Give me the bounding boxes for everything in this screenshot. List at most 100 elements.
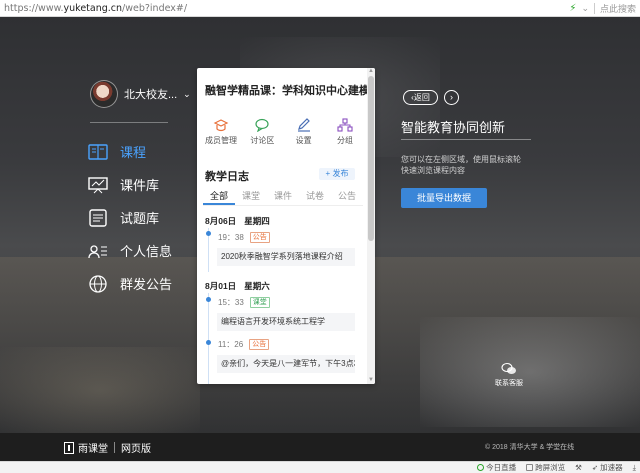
wechat-icon [501, 362, 516, 374]
background-object [0, 347, 200, 433]
user-menu[interactable]: 北大校友... ⌄ [90, 80, 191, 108]
divider [593, 2, 595, 14]
search-link[interactable]: 点此搜索 [600, 2, 636, 15]
next-button[interactable]: › [444, 90, 459, 105]
screen-icon [526, 464, 534, 471]
url-prefix: https://www. [4, 2, 64, 14]
back-label: 返回 [413, 93, 430, 102]
chevron-down-icon[interactable]: ⌄ [183, 89, 191, 100]
tools-button[interactable]: ⚒ [575, 463, 582, 472]
divider [90, 122, 168, 123]
url-path: /web?index#/ [122, 2, 188, 14]
user-card-icon [88, 244, 107, 258]
log-time-value: 11：26 [218, 340, 244, 349]
log-entry[interactable]: 编程语言开发环境系统工程学 [217, 313, 355, 331]
sidebar-item-courseware[interactable]: 课件库 [88, 168, 208, 201]
tab-courseware[interactable]: 课件 [267, 189, 299, 205]
export-button[interactable]: 批量导出数据 [401, 188, 487, 208]
tool-label: 讨论区 [250, 136, 275, 145]
footer: 雨课堂 网页版 © 2018 清华大学 & 学堂在线 [0, 433, 640, 461]
url-domain: yuketang.cn [63, 2, 123, 14]
sidebar-item-question-bank[interactable]: 试题库 [88, 201, 208, 234]
log-date-weekday: 星期四 [244, 216, 270, 226]
sidebar-item-announcement[interactable]: 群发公告 [88, 267, 208, 300]
live-icon [477, 464, 485, 471]
avatar[interactable] [90, 80, 118, 108]
live-label: 今日直播 [486, 463, 517, 472]
intro-description-line: 快速浏览课程内容 [401, 166, 465, 175]
chevron-down-icon[interactable]: ⌄ [581, 3, 589, 14]
intro-title: 智能教育协同创新 [401, 120, 506, 135]
contact-label: 联系客服 [495, 380, 523, 387]
log-tabs: 全部 课堂 课件 试卷 公告 [203, 189, 363, 206]
type-badge: 课堂 [249, 297, 270, 308]
chat-icon [255, 118, 269, 132]
log-time-value: 19：38 [218, 233, 244, 242]
accelerator-button[interactable]: ➶ 加速器 [592, 462, 623, 473]
divider [114, 442, 115, 453]
list-icon [89, 208, 107, 227]
sidebar-item-label: 课程 [120, 145, 147, 160]
download-icon: ⤓ [632, 462, 636, 472]
tool-members[interactable]: 成员管理 [203, 118, 239, 146]
scrollbar-thumb[interactable] [368, 76, 374, 241]
log-time: 11：26 公告 [218, 339, 270, 350]
course-title[interactable]: 融智学精品课：学科知识中心建模 [205, 82, 370, 98]
timeline-dot [206, 297, 211, 302]
browser-address-bar: https://www.yuketang.cn/web?index#/ ⚡ ⌄ … [0, 0, 640, 17]
accelerator-label: 加速器 [600, 463, 623, 472]
tab-classroom[interactable]: 课堂 [235, 189, 267, 205]
cross-screen-label: 跨屏浏览 [535, 463, 566, 472]
members-icon [213, 119, 229, 132]
tool-group[interactable]: 分组 [327, 118, 363, 146]
globe-icon [89, 274, 107, 293]
tab-announcement[interactable]: 公告 [331, 189, 363, 205]
timeline-dot [206, 340, 211, 345]
tool-discussion[interactable]: 讨论区 [244, 118, 280, 146]
log-date-day: 8月01日 [205, 281, 237, 291]
scroll-up-icon[interactable]: ▲ [367, 68, 375, 75]
log-entry[interactable]: 2020秋季融智学系列落地课程介绍 [217, 248, 355, 266]
address-bar-tools: ⚡ ⌄ 点此搜索 [569, 2, 636, 15]
bolt-icon[interactable]: ⚡ [569, 3, 576, 14]
tab-exam[interactable]: 试卷 [299, 189, 331, 205]
cross-screen-button[interactable]: 跨屏浏览 [526, 462, 565, 473]
brand-name: 雨课堂 [78, 444, 108, 455]
url-field[interactable]: https://www.yuketang.cn/web?index#/ [4, 3, 569, 14]
log-date-day: 8月06日 [205, 216, 237, 226]
sidebar-item-profile[interactable]: 个人信息 [88, 234, 208, 267]
brand-logo[interactable]: 雨课堂 网页版 [64, 440, 151, 455]
sidebar-item-label: 课件库 [120, 178, 160, 193]
rocket-icon: ➶ [591, 463, 599, 472]
group-icon [337, 118, 353, 132]
back-button[interactable]: ‹返回 [403, 90, 438, 105]
timeline-line [208, 293, 209, 384]
logo-icon [64, 441, 74, 454]
sidebar-nav: 课程 课件库 试题库 个人信息 群发公告 [88, 135, 208, 300]
sidebar-item-label: 个人信息 [120, 244, 173, 259]
download-button[interactable]: ⤓ [633, 463, 636, 473]
log-time: 19：38 公告 [218, 232, 270, 243]
publish-button[interactable]: + 发布 [319, 168, 355, 180]
scroll-down-icon[interactable]: ▼ [367, 377, 375, 384]
live-button[interactable]: 今日直播 [477, 462, 516, 473]
sidebar-item-course[interactable]: 课程 [88, 135, 208, 168]
tool-label: 分组 [336, 136, 353, 145]
scrollbar[interactable]: ▲ ▼ [367, 68, 375, 384]
user-name[interactable]: 北大校友... [124, 86, 177, 102]
course-panel-content: 融智学精品课：学科知识中心建模 成员管理 讨论区 设置 分组 教学日志 + 发布… [197, 68, 370, 384]
intro-description: 您可以在左侧区域，使用鼠标滚轮 快速浏览课程内容 [401, 154, 541, 176]
contact-support[interactable]: 联系客服 [494, 362, 524, 388]
presentation-icon [88, 176, 108, 193]
type-badge: 公告 [249, 339, 270, 350]
course-tools: 成员管理 讨论区 设置 分组 [203, 118, 363, 146]
log-date: 8月06日 星期四 [205, 215, 270, 227]
tool-label: 成员管理 [205, 136, 237, 145]
book-icon [88, 143, 108, 160]
tool-settings[interactable]: 设置 [286, 118, 322, 146]
tab-all[interactable]: 全部 [203, 189, 235, 205]
divider [401, 139, 531, 140]
pencil-icon [297, 118, 310, 132]
log-entry[interactable]: @亲们，今天是八一建军节，下午3点30... [217, 355, 355, 373]
course-panel[interactable]: 融智学精品课：学科知识中心建模 成员管理 讨论区 设置 分组 教学日志 + 发布… [197, 68, 375, 384]
